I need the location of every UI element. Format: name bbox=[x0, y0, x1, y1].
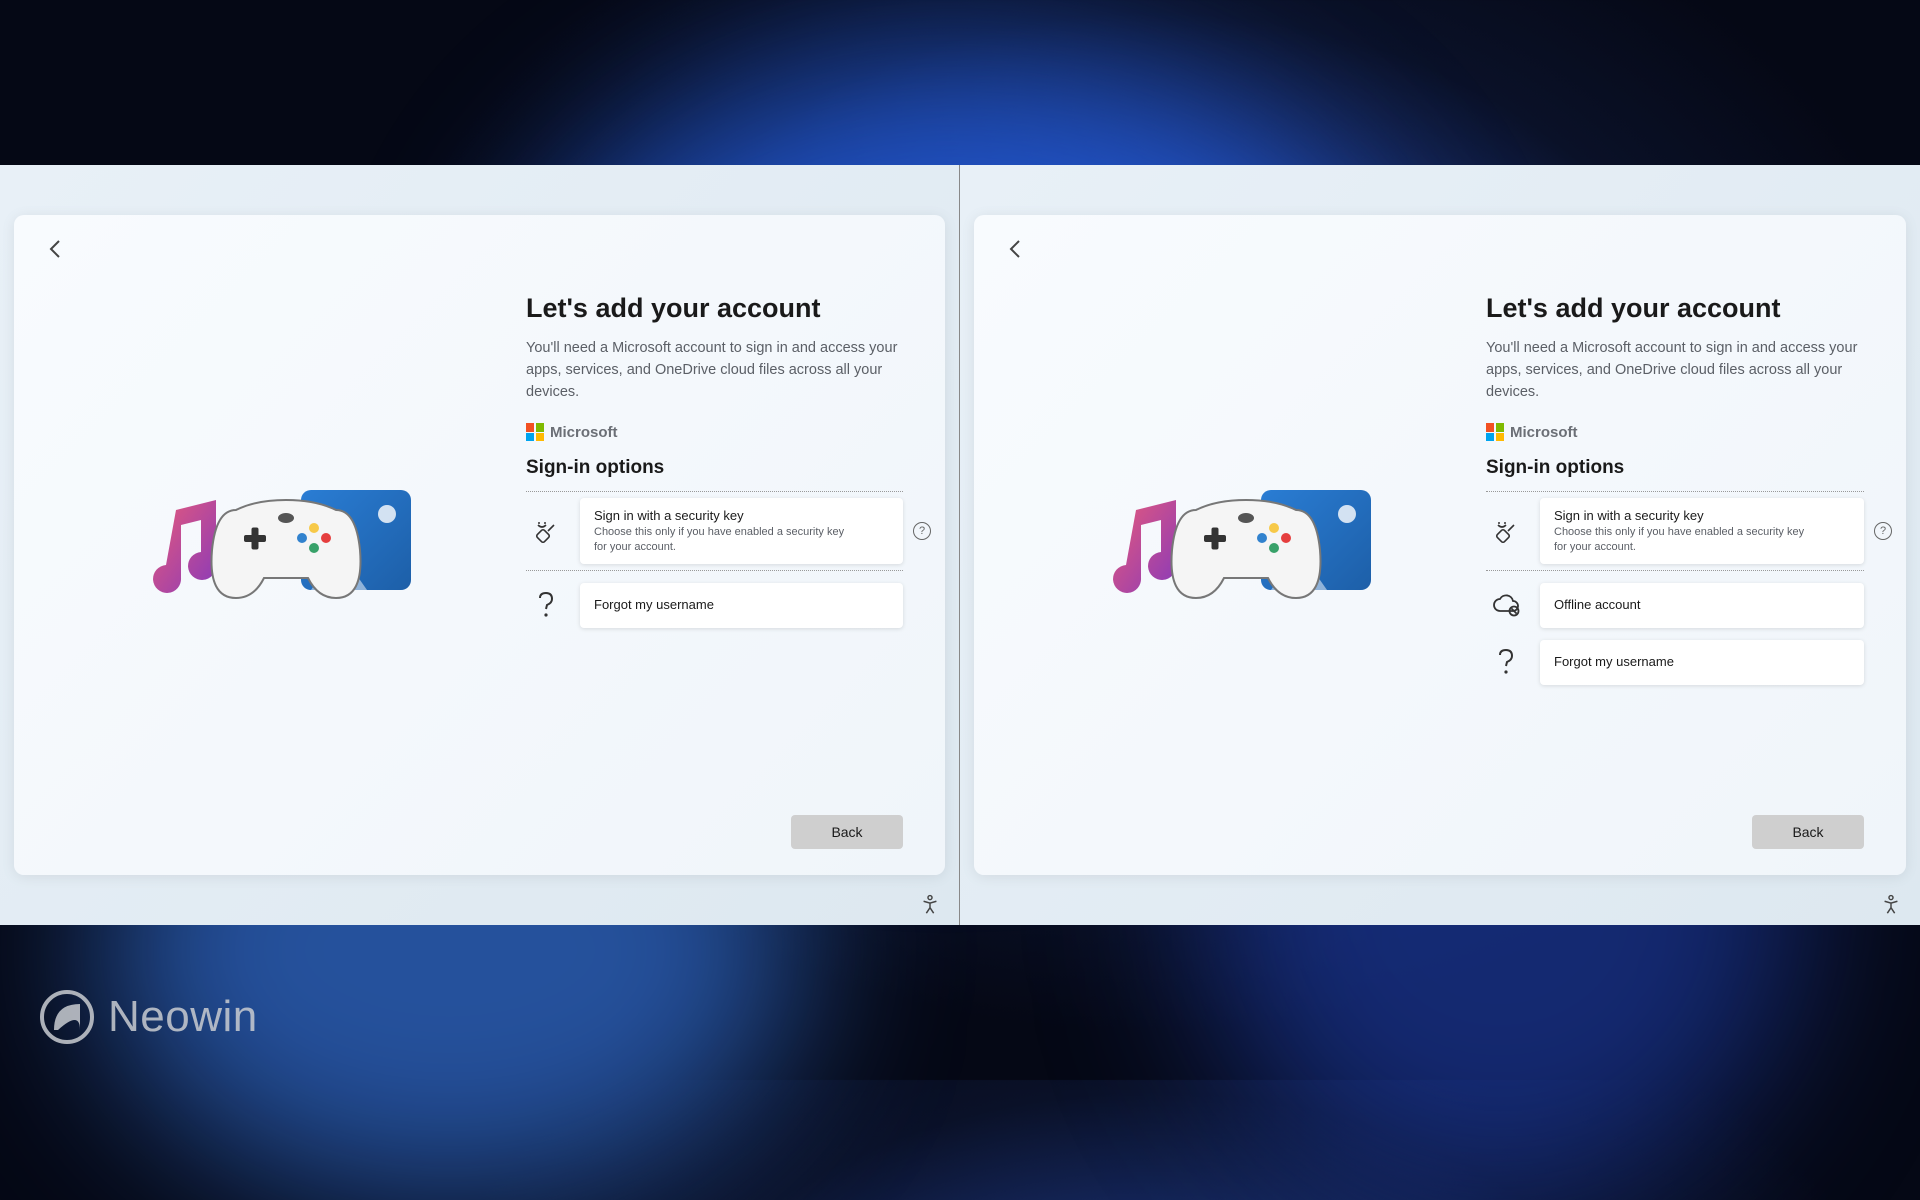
security-key-option[interactable]: Sign in with a security key Choose this … bbox=[526, 491, 903, 571]
help-icon[interactable]: ? bbox=[913, 522, 931, 540]
panel-right: Let's add your account You'll need a Mic… bbox=[960, 165, 1920, 925]
accessibility-icon[interactable] bbox=[919, 893, 941, 915]
microsoft-brand-text: Microsoft bbox=[550, 424, 618, 441]
question-icon bbox=[1486, 647, 1526, 677]
offline-cloud-icon bbox=[1486, 593, 1526, 617]
microsoft-brand-text: Microsoft bbox=[1510, 424, 1578, 441]
help-icon[interactable]: ? bbox=[1874, 522, 1892, 540]
security-key-icon bbox=[526, 517, 566, 545]
page-title: Let's add your account bbox=[1486, 293, 1864, 324]
back-button[interactable]: Back bbox=[1752, 815, 1864, 849]
microsoft-brand: Microsoft bbox=[526, 423, 903, 441]
question-icon bbox=[526, 590, 566, 620]
security-key-option[interactable]: Sign in with a security key Choose this … bbox=[1486, 491, 1864, 571]
forgot-username-label: Forgot my username bbox=[594, 597, 889, 612]
section-title: Sign-in options bbox=[1486, 457, 1864, 479]
security-key-icon bbox=[1486, 517, 1526, 545]
oobe-card: Let's add your account You'll need a Mic… bbox=[14, 215, 945, 875]
microsoft-logo-icon bbox=[526, 423, 544, 441]
section-title: Sign-in options bbox=[526, 457, 903, 479]
oobe-card: Let's add your account You'll need a Mic… bbox=[974, 215, 1906, 875]
back-arrow-icon[interactable] bbox=[44, 237, 72, 265]
offline-account-label: Offline account bbox=[1554, 597, 1850, 612]
game-controller-icon bbox=[206, 480, 366, 605]
security-key-desc: Choose this only if you have enabled a s… bbox=[594, 525, 854, 554]
microsoft-brand: Microsoft bbox=[1486, 423, 1864, 441]
offline-account-option[interactable]: Offline account bbox=[1486, 583, 1864, 628]
comparison-panels: Let's add your account You'll need a Mic… bbox=[0, 165, 1920, 925]
security-key-title: Sign in with a security key bbox=[1554, 508, 1850, 523]
neowin-watermark: Neowin bbox=[40, 990, 258, 1044]
microsoft-logo-icon bbox=[1486, 423, 1504, 441]
illustration bbox=[1016, 237, 1486, 853]
panel-left: Let's add your account You'll need a Mic… bbox=[0, 165, 960, 925]
accessibility-icon[interactable] bbox=[1880, 893, 1902, 915]
forgot-username-label: Forgot my username bbox=[1554, 654, 1850, 669]
neowin-logo-icon bbox=[40, 990, 94, 1044]
back-button[interactable]: Back bbox=[791, 815, 903, 849]
page-title: Let's add your account bbox=[526, 293, 903, 324]
illustration bbox=[56, 237, 526, 853]
neowin-watermark-text: Neowin bbox=[108, 992, 258, 1042]
forgot-username-option[interactable]: Forgot my username bbox=[526, 583, 903, 628]
security-key-title: Sign in with a security key bbox=[594, 508, 889, 523]
security-key-desc: Choose this only if you have enabled a s… bbox=[1554, 525, 1814, 554]
page-subtitle: You'll need a Microsoft account to sign … bbox=[526, 338, 903, 403]
game-controller-icon bbox=[1166, 480, 1326, 605]
forgot-username-option[interactable]: Forgot my username bbox=[1486, 640, 1864, 685]
back-arrow-icon[interactable] bbox=[1004, 237, 1032, 265]
page-subtitle: You'll need a Microsoft account to sign … bbox=[1486, 338, 1864, 403]
